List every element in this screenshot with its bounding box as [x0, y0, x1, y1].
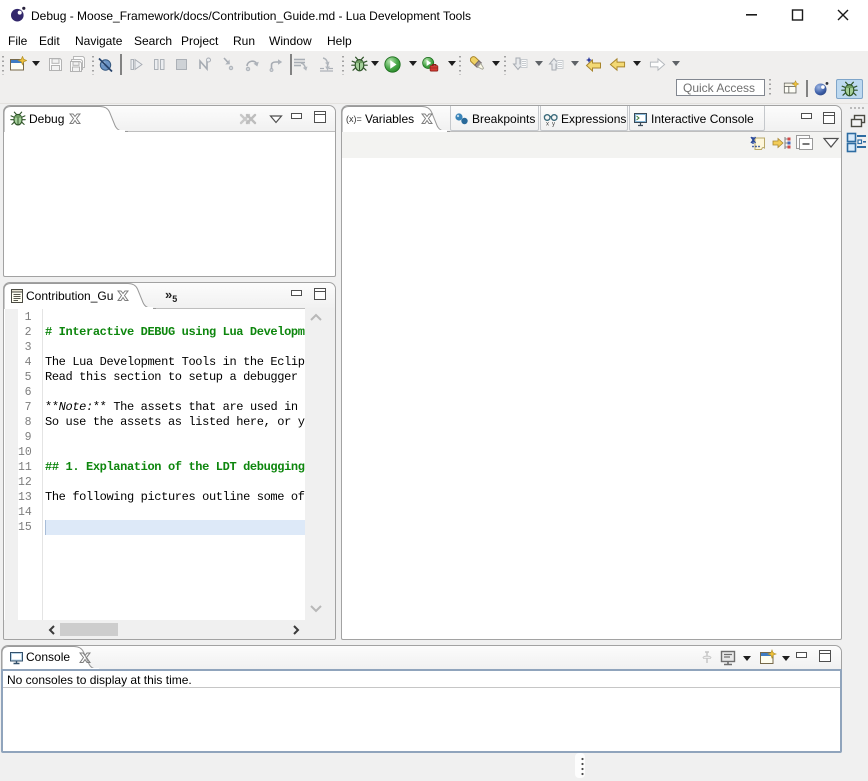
- svg-text:y: y: [552, 122, 555, 128]
- svg-text:x: x: [546, 122, 549, 128]
